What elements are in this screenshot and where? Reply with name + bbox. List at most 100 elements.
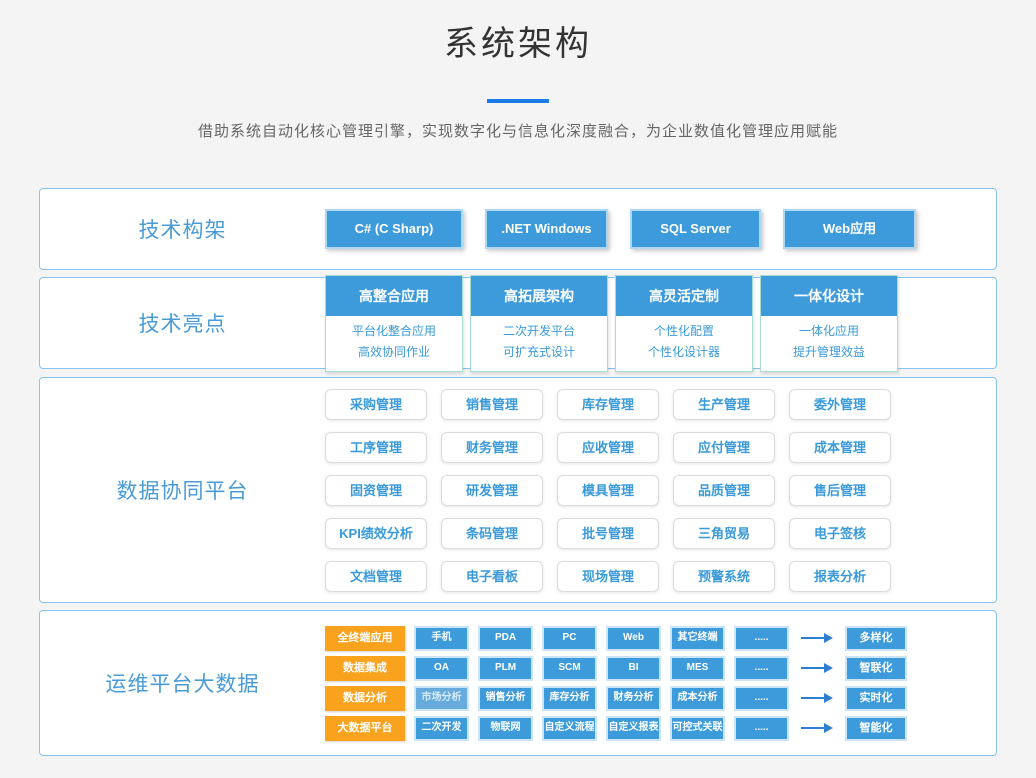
highlight-card: 高拓展架构 二次开发平台 可扩充式设计 [470, 275, 608, 372]
module-button[interactable]: 现场管理 [557, 561, 659, 592]
category-button[interactable]: 数据分析 [325, 686, 405, 711]
module-button[interactable]: 三角贸易 [673, 518, 775, 549]
card-title: 高灵活定制 [616, 276, 752, 316]
module-grid-row: 文档管理 电子看板 现场管理 预警系统 报表分析 [325, 561, 891, 592]
tech-button[interactable]: .NET Windows [485, 209, 608, 249]
module-button[interactable]: 应付管理 [673, 432, 775, 463]
bigdata-row: 数据分析 市场分析 销售分析 库存分析 财务分析 成本分析 ..... 实时化 [325, 686, 907, 711]
section-highlights: 技术亮点 高整合应用 平台化整合应用 高效协同作业 高拓展架构 二次开发平台 可… [39, 277, 997, 369]
card-title: 高整合应用 [326, 276, 462, 316]
mini-button[interactable]: 销售分析 [478, 686, 533, 711]
mini-button[interactable]: 自定义流程 [542, 716, 597, 741]
bigdata-row: 数据集成 OA PLM SCM BI MES ..... 智联化 [325, 656, 907, 681]
category-button[interactable]: 大数据平台 [325, 716, 405, 741]
module-button[interactable]: 文档管理 [325, 561, 427, 592]
section-label: 运维平台大数据 [40, 668, 325, 698]
module-button[interactable]: 条码管理 [441, 518, 543, 549]
section-bigdata: 运维平台大数据 全终端应用 手机 PDA PC Web 其它终端 ..... 多… [39, 610, 997, 756]
mini-button[interactable]: SCM [542, 656, 597, 681]
result-button[interactable]: 多样化 [845, 626, 907, 651]
mini-button[interactable]: 可控式关联 [670, 716, 725, 741]
card-title: 高拓展架构 [471, 276, 607, 316]
module-button[interactable]: 销售管理 [441, 389, 543, 420]
card-line: 个性化配置 [616, 321, 752, 342]
category-button[interactable]: 全终端应用 [325, 626, 405, 651]
module-button[interactable]: 采购管理 [325, 389, 427, 420]
mini-button[interactable]: 物联网 [478, 716, 533, 741]
card-line: 可扩充式设计 [471, 342, 607, 363]
category-button[interactable]: 数据集成 [325, 656, 405, 681]
module-button[interactable]: 库存管理 [557, 389, 659, 420]
mini-button[interactable]: 市场分析 [414, 686, 469, 711]
card-body: 一体化应用 提升管理效益 [761, 316, 897, 371]
module-button[interactable]: 应收管理 [557, 432, 659, 463]
result-button[interactable]: 实时化 [845, 686, 907, 711]
mini-button[interactable]: 自定义报表 [606, 716, 661, 741]
mini-button[interactable]: BI [606, 656, 661, 681]
module-grid-row: 固资管理 研发管理 模具管理 品质管理 售后管理 [325, 475, 891, 506]
module-grid: 采购管理 销售管理 库存管理 生产管理 委外管理 工序管理 财务管理 应收管理 … [325, 389, 891, 592]
more-dots-button[interactable]: ..... [734, 656, 789, 681]
section-label: 数据协同平台 [40, 475, 325, 505]
card-line: 个性化设计器 [616, 342, 752, 363]
section-label: 技术构架 [40, 214, 325, 244]
more-dots-button[interactable]: ..... [734, 716, 789, 741]
module-button[interactable]: 固资管理 [325, 475, 427, 506]
tech-button[interactable]: Web应用 [783, 209, 916, 249]
mini-button[interactable]: OA [414, 656, 469, 681]
tech-button[interactable]: C# (C Sharp) [325, 209, 463, 249]
module-button[interactable]: 批号管理 [557, 518, 659, 549]
module-button[interactable]: 财务管理 [441, 432, 543, 463]
result-button[interactable]: 智联化 [845, 656, 907, 681]
tech-button-row: C# (C Sharp) .NET Windows SQL Server Web… [325, 209, 916, 249]
module-grid-row: KPI绩效分析 条码管理 批号管理 三角贸易 电子签核 [325, 518, 891, 549]
module-button[interactable]: 模具管理 [557, 475, 659, 506]
module-button[interactable]: 工序管理 [325, 432, 427, 463]
mini-button[interactable]: Web [606, 626, 661, 651]
card-line: 一体化应用 [761, 321, 897, 342]
arrow-right-icon [801, 723, 833, 733]
module-button[interactable]: 电子看板 [441, 561, 543, 592]
section-tech-stack: 技术构架 C# (C Sharp) .NET Windows SQL Serve… [39, 188, 997, 270]
highlight-card: 高整合应用 平台化整合应用 高效协同作业 [325, 275, 463, 372]
page-subtitle: 借助系统自动化核心管理引擎，实现数字化与信息化深度融合，为企业数值化管理应用赋能 [0, 120, 1036, 141]
mini-button[interactable]: PDA [478, 626, 533, 651]
mini-button[interactable]: 其它终端 [670, 626, 725, 651]
card-line: 高效协同作业 [326, 342, 462, 363]
mini-button[interactable]: PLM [478, 656, 533, 681]
mini-button[interactable]: PC [542, 626, 597, 651]
module-button[interactable]: 售后管理 [789, 475, 891, 506]
module-button[interactable]: 研发管理 [441, 475, 543, 506]
page-header: 系统架构 借助系统自动化核心管理引擎，实现数字化与信息化深度融合，为企业数值化管… [0, 0, 1036, 141]
module-button[interactable]: 成本管理 [789, 432, 891, 463]
bigdata-row: 全终端应用 手机 PDA PC Web 其它终端 ..... 多样化 [325, 626, 907, 651]
mini-button[interactable]: MES [670, 656, 725, 681]
module-button[interactable]: 品质管理 [673, 475, 775, 506]
mini-button[interactable]: 二次开发 [414, 716, 469, 741]
mini-button[interactable]: 财务分析 [606, 686, 661, 711]
module-button[interactable]: 预警系统 [673, 561, 775, 592]
result-button[interactable]: 智能化 [845, 716, 907, 741]
mini-button[interactable]: 手机 [414, 626, 469, 651]
card-body: 二次开发平台 可扩充式设计 [471, 316, 607, 371]
mini-button[interactable]: 库存分析 [542, 686, 597, 711]
module-grid-row: 采购管理 销售管理 库存管理 生产管理 委外管理 [325, 389, 891, 420]
more-dots-button[interactable]: ..... [734, 626, 789, 651]
module-button[interactable]: 生产管理 [673, 389, 775, 420]
highlight-cards: 高整合应用 平台化整合应用 高效协同作业 高拓展架构 二次开发平台 可扩充式设计… [325, 275, 898, 372]
arrow-right-icon [801, 693, 833, 703]
card-line: 二次开发平台 [471, 321, 607, 342]
card-body: 平台化整合应用 高效协同作业 [326, 316, 462, 371]
section-label: 技术亮点 [40, 308, 325, 338]
bigdata-row: 大数据平台 二次开发 物联网 自定义流程 自定义报表 可控式关联 ..... 智… [325, 716, 907, 741]
card-body: 个性化配置 个性化设计器 [616, 316, 752, 371]
module-button[interactable]: 报表分析 [789, 561, 891, 592]
module-button[interactable]: 委外管理 [789, 389, 891, 420]
tech-button[interactable]: SQL Server [630, 209, 761, 249]
more-dots-button[interactable]: ..... [734, 686, 789, 711]
module-button[interactable]: 电子签核 [789, 518, 891, 549]
module-grid-row: 工序管理 财务管理 应收管理 应付管理 成本管理 [325, 432, 891, 463]
module-button[interactable]: KPI绩效分析 [325, 518, 427, 549]
card-title: 一体化设计 [761, 276, 897, 316]
mini-button[interactable]: 成本分析 [670, 686, 725, 711]
